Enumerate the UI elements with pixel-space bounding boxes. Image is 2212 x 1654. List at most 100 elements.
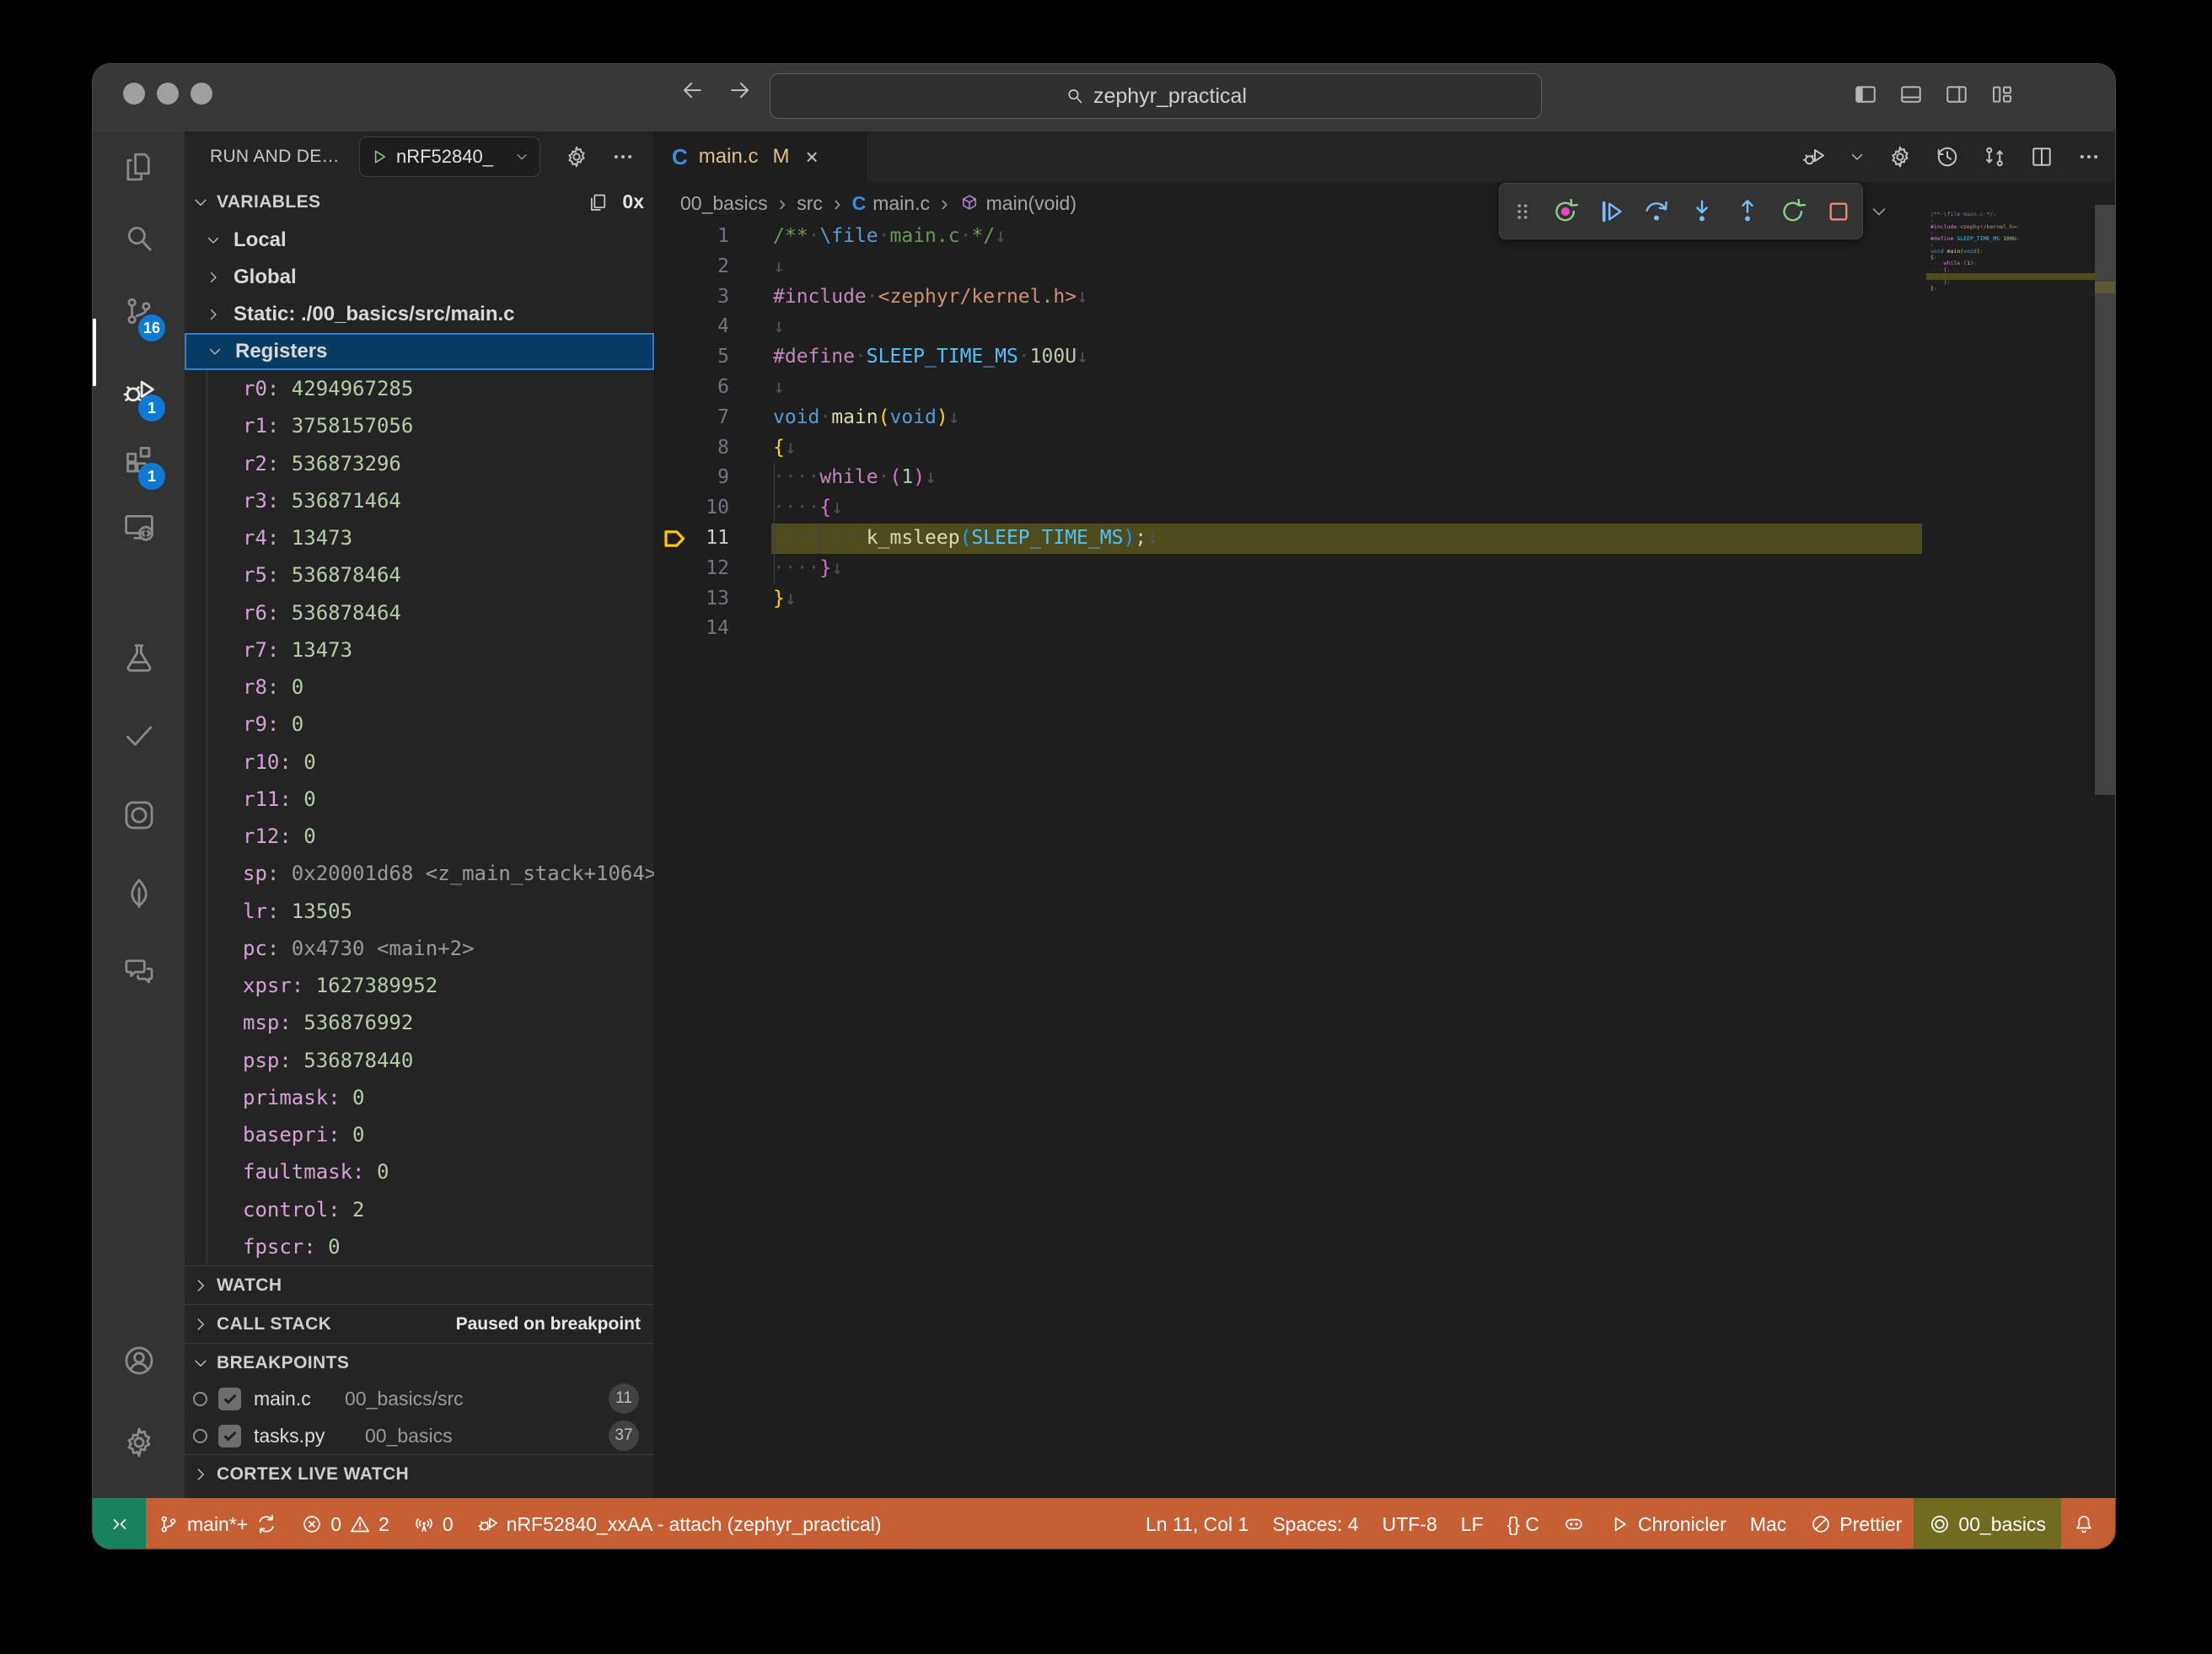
cortex-live-watch-pane-header[interactable]: CORTEX LIVE WATCH <box>185 1454 654 1493</box>
line-number-13[interactable]: 13 <box>655 584 729 615</box>
activity-item-nrf-connect[interactable] <box>93 776 185 854</box>
register-row-lr[interactable]: lr: 13505 <box>185 893 654 930</box>
variables-scope-registers[interactable]: Registers <box>185 333 654 370</box>
variables-scope-static[interactable]: Static: ./00_basics/src/main.c <box>185 296 654 333</box>
register-row-r5[interactable]: r5: 536878464 <box>185 556 654 593</box>
status-cursor-position[interactable]: Ln 11, Col 1 <box>1134 1498 1260 1549</box>
navigate-back-button[interactable] <box>680 78 706 103</box>
breakpoint-checkbox[interactable] <box>218 1425 241 1447</box>
breadcrumb-item-main-c[interactable]: Cmain.c <box>852 192 930 215</box>
breakpoint-row-tasks.py[interactable]: tasks.py00_basics37 <box>185 1417 654 1454</box>
line-number-9[interactable]: 9 <box>655 463 729 493</box>
activity-item-extensions[interactable]: 1 <box>93 421 185 498</box>
register-row-r8[interactable]: r8: 0 <box>185 669 654 706</box>
drag-grip-button[interactable] <box>1510 199 1535 224</box>
debug-run-button[interactable] <box>1801 144 1827 169</box>
chevron-down-button[interactable] <box>1849 148 1866 165</box>
layout-left-button[interactable] <box>1853 82 1878 107</box>
layout-custom-button[interactable] <box>1989 82 2015 107</box>
breakpoints-pane-header[interactable]: BREAKPOINTS <box>185 1343 654 1382</box>
status-copilot[interactable] <box>1551 1498 1597 1549</box>
line-number-4[interactable]: 4 <box>655 312 729 342</box>
code-line-9[interactable]: ····while·(1)↓ <box>773 463 937 493</box>
activity-item-comments[interactable] <box>93 932 185 1010</box>
restart-button[interactable] <box>1778 196 1808 227</box>
minimap[interactable]: /**·\file·main.c·*/↓↓#include·<zephyr/ke… <box>1930 212 2095 298</box>
breadcrumb-item-00-basics[interactable]: 00_basics <box>680 192 768 215</box>
line-number-2[interactable]: 2 <box>655 252 729 282</box>
activity-item-tasks[interactable] <box>93 696 185 774</box>
continue-button[interactable] <box>1596 196 1626 227</box>
line-number-5[interactable]: 5 <box>655 342 729 373</box>
code-line-4[interactable]: ↓ <box>773 312 785 342</box>
activity-item-source-control[interactable]: 16 <box>93 272 185 350</box>
status-nrf-kit[interactable]: 00_basics <box>1914 1498 2061 1549</box>
compare-button[interactable] <box>1982 144 2007 169</box>
step-over-button[interactable] <box>1641 196 1672 227</box>
status-language-mode[interactable]: {} C <box>1495 1498 1551 1549</box>
status-problems[interactable]: 02 <box>289 1498 401 1549</box>
register-row-r2[interactable]: r2: 536873296 <box>185 445 654 482</box>
reset-device-button[interactable] <box>1550 196 1581 227</box>
register-row-r3[interactable]: r3: 536871464 <box>185 482 654 519</box>
code-line-13[interactable]: }↓ <box>773 584 797 615</box>
code-line-2[interactable]: ↓ <box>773 252 785 282</box>
line-number-12[interactable]: 12 <box>655 554 729 584</box>
zoom-window-button[interactable] <box>191 83 212 105</box>
register-row-primask[interactable]: primask: 0 <box>185 1079 654 1116</box>
register-row-r10[interactable]: r10: 0 <box>185 744 654 781</box>
register-row-r12[interactable]: r12: 0 <box>185 818 654 855</box>
status-chronicler[interactable]: Chronicler <box>1597 1498 1738 1549</box>
register-row-sp[interactable]: sp: 0x20001d68 <z_main_stack+1064> <box>185 855 654 892</box>
line-number-14[interactable]: 14 <box>655 614 729 644</box>
copy-icon[interactable] <box>587 191 609 213</box>
history-button[interactable] <box>1935 144 1960 169</box>
command-center-search[interactable]: zephyr_practical <box>770 73 1542 119</box>
register-row-r4[interactable]: r4: 13473 <box>185 519 654 556</box>
tab-main-c[interactable]: C main.c M × <box>655 132 867 182</box>
sidebar-more-actions-button[interactable] <box>610 144 636 169</box>
status-ports[interactable]: 0 <box>401 1498 465 1549</box>
register-row-r9[interactable]: r9: 0 <box>185 706 654 743</box>
line-number-10[interactable]: 10 <box>655 493 729 524</box>
register-row-xpsr[interactable]: xpsr: 1627389952 <box>185 967 654 1004</box>
status-git-branch[interactable]: main*+ <box>146 1498 289 1549</box>
hex-format-toggle[interactable]: 0x <box>622 191 644 213</box>
variables-scope-global[interactable]: Global <box>185 259 654 296</box>
breadcrumb-item-src[interactable]: src <box>797 192 823 215</box>
minimize-window-button[interactable] <box>157 83 179 105</box>
line-number-8[interactable]: 8 <box>655 433 729 464</box>
layout-panel-button[interactable] <box>1898 82 1924 107</box>
register-row-r11[interactable]: r11: 0 <box>185 781 654 818</box>
line-number-1[interactable]: 1 <box>655 222 729 252</box>
breakpoint-row-main.c[interactable]: main.c00_basics/src11 <box>185 1380 654 1417</box>
register-row-r6[interactable]: r6: 536878464 <box>185 594 654 631</box>
step-out-button[interactable] <box>1732 196 1763 227</box>
activity-item-remote-explorer[interactable] <box>93 488 185 566</box>
register-row-control[interactable]: control: 2 <box>185 1191 654 1228</box>
step-into-button[interactable] <box>1687 196 1717 227</box>
register-row-r0[interactable]: r0: 4294967285 <box>185 370 654 407</box>
register-row-fpscr[interactable]: fpscr: 0 <box>185 1228 654 1265</box>
activity-item-run-and-debug[interactable]: 1 <box>93 352 185 430</box>
code-line-11[interactable]: ········k_msleep(SLEEP_TIME_MS);↓ <box>773 524 1158 554</box>
scrollbar-thumb[interactable] <box>2095 205 2116 795</box>
layout-right-button[interactable] <box>1944 82 1969 107</box>
breakpoint-checkbox[interactable] <box>218 1388 241 1410</box>
status-remote-indicator[interactable] <box>93 1498 146 1549</box>
split-button[interactable] <box>2029 144 2054 169</box>
register-row-r1[interactable]: r1: 3758157056 <box>185 407 654 444</box>
code-line-6[interactable]: ↓ <box>773 373 785 403</box>
line-number-3[interactable]: 3 <box>655 282 729 313</box>
call-stack-pane-header[interactable]: CALL STACK Paused on breakpoint <box>185 1304 654 1343</box>
code-line-10[interactable]: ····{↓ <box>773 493 843 524</box>
gear-button[interactable] <box>1887 144 1913 169</box>
register-row-r7[interactable]: r7: 13473 <box>185 631 654 669</box>
status-eol-sequence[interactable]: LF <box>1449 1498 1495 1549</box>
activity-item-settings[interactable] <box>93 1404 185 1481</box>
watch-pane-header[interactable]: WATCH <box>185 1265 654 1304</box>
activity-item-search[interactable] <box>93 200 185 277</box>
status-indentation[interactable]: Spaces: 4 <box>1260 1498 1370 1549</box>
variables-scope-local[interactable]: Local <box>185 222 654 259</box>
register-row-basepri[interactable]: basepri: 0 <box>185 1116 654 1153</box>
